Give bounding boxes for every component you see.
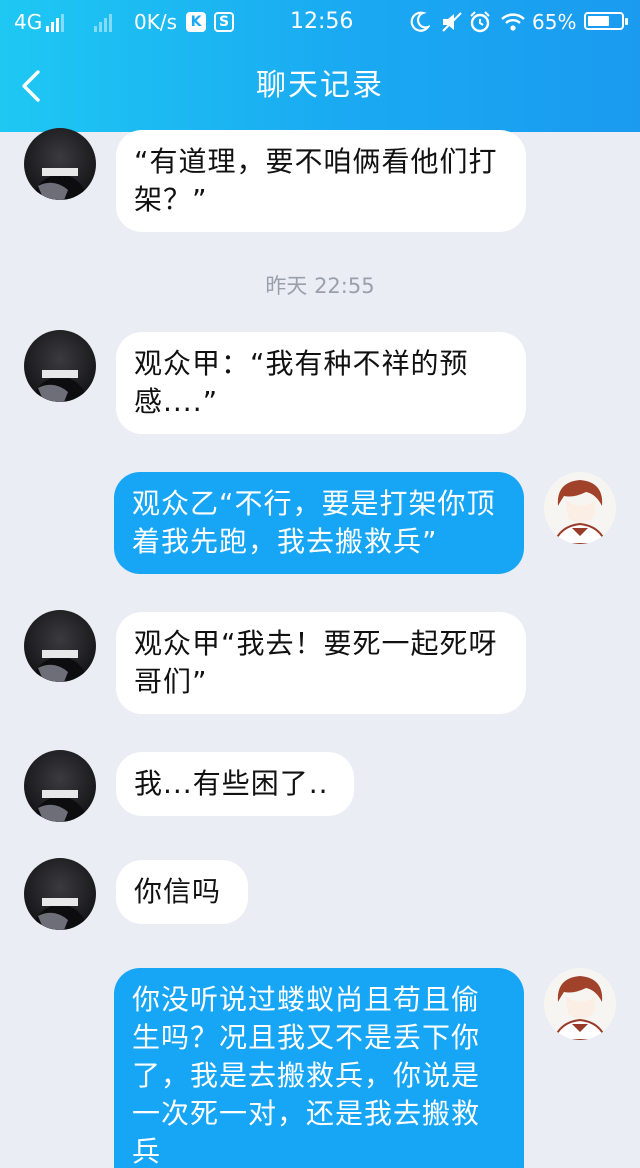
signal-icon (46, 12, 64, 32)
message-bubble-incoming[interactable]: 观众甲“我去！要死一起死呀哥们” (116, 612, 526, 714)
app-notification-icon: S (214, 12, 234, 32)
message-bubble-incoming[interactable]: 我...有些困了.. (116, 752, 354, 816)
message-bubble-outgoing[interactable]: 你没听说过蝼蚁尚且苟且偷生吗？况且我又不是丢下你了，我是去搬救兵，你说是一次死一… (114, 968, 524, 1168)
avatar-contact[interactable] (24, 128, 96, 200)
page-title: 聊天记录 (256, 68, 384, 103)
message-timestamp: 昨天 22:55 (265, 274, 375, 298)
avatar-contact[interactable] (24, 610, 96, 682)
message-bubble-incoming[interactable]: 你信吗 (116, 860, 248, 924)
kuaishou-icon: K (186, 12, 206, 32)
mute-icon (442, 12, 462, 32)
self-avatar-image (552, 480, 608, 544)
network-speed: 0K/s (134, 10, 177, 34)
network-type: 4G (14, 10, 43, 34)
signal-secondary-icon (94, 12, 112, 32)
contact-avatar-image (32, 650, 88, 682)
alarm-icon (470, 11, 490, 33)
avatar-contact[interactable] (24, 750, 96, 822)
avatar-contact[interactable] (24, 330, 96, 402)
message-bubble-incoming[interactable]: 观众甲：“我有种不祥的预感....” (116, 332, 526, 434)
avatar-self[interactable] (544, 968, 616, 1040)
contact-avatar-image (32, 370, 88, 402)
avatar-contact[interactable] (24, 858, 96, 930)
message-bubble-outgoing[interactable]: 观众乙“不行，要是打架你顶着我先跑，我去搬救兵” (114, 472, 524, 574)
contact-avatar-image (32, 168, 88, 200)
title-bar: 4G 0K/s K S 12:56 65% 聊天记录 (0, 0, 640, 132)
battery-percent: 65% (532, 10, 577, 34)
contact-avatar-image (32, 790, 88, 822)
avatar-self[interactable] (544, 472, 616, 544)
wifi-icon (501, 13, 525, 31)
battery-icon (584, 12, 628, 30)
contact-avatar-image (32, 898, 88, 930)
status-bar: 4G 0K/s K S 12:56 65% (0, 0, 640, 44)
message-bubble-incoming[interactable]: “有道理，要不咱俩看他们打架？” (116, 130, 526, 232)
self-avatar-image (552, 976, 608, 1040)
moon-icon (410, 11, 430, 32)
clock: 12:56 (290, 9, 354, 34)
